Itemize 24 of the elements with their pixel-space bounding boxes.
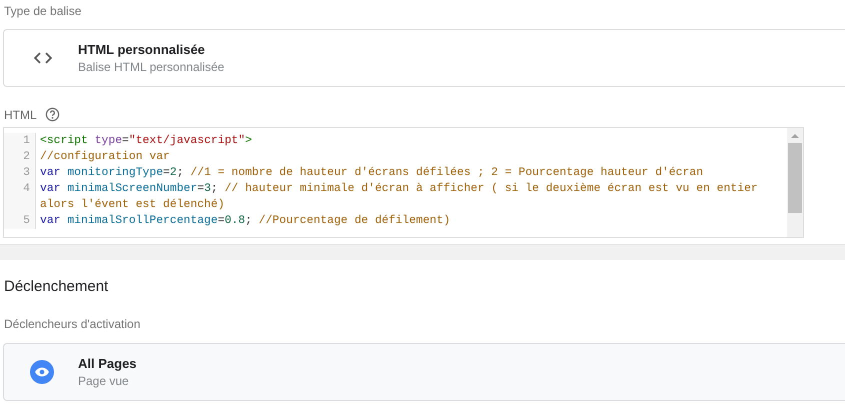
tag-type-card[interactable]: HTML personnalisée Balise HTML personnalisée — [3, 29, 845, 87]
line-number: 4 — [4, 181, 36, 213]
code-line: <script type="text/javascript"> — [39, 134, 253, 149]
card-title: All Pages — [78, 356, 137, 371]
trigger-card[interactable]: All Pages Page vue — [3, 343, 845, 401]
eye-icon — [30, 360, 54, 384]
code-line: var minimalSrollPercentage=0.8; //Pourcentage de défilement) — [39, 214, 452, 229]
line-number: 1 — [4, 133, 36, 149]
field-label: HTML — [4, 108, 37, 122]
help-icon[interactable] — [44, 107, 60, 122]
code-line: var minimalScreenNumber=3; // hauteur minimale d'écran à afficher ( si le deuxième écran est vu en entier alors l'évent est délenché) — [39, 182, 759, 213]
card-title: HTML personnalisée — [78, 42, 206, 57]
section-label: Type de balise — [4, 4, 82, 18]
line-number: 5 — [4, 213, 36, 229]
section-label: Déclencheurs d'activation — [4, 317, 142, 331]
scrollbar[interactable] — [787, 128, 803, 237]
line-number: 2 — [4, 149, 36, 165]
card-subtitle: Page vue — [78, 374, 130, 388]
card-subtitle: Balise HTML personnalisée — [78, 60, 224, 74]
code-editor[interactable] — [3, 127, 804, 238]
code-line: var monitoringType=2; //1 = nombre de hauteur d'écrans défilées ; 2 = Pourcentage hauteur d'écran — [39, 166, 704, 181]
line-number: 3 — [4, 165, 36, 181]
section-title: Déclenchement — [4, 278, 110, 295]
code-line: //configuration var — [39, 150, 171, 165]
